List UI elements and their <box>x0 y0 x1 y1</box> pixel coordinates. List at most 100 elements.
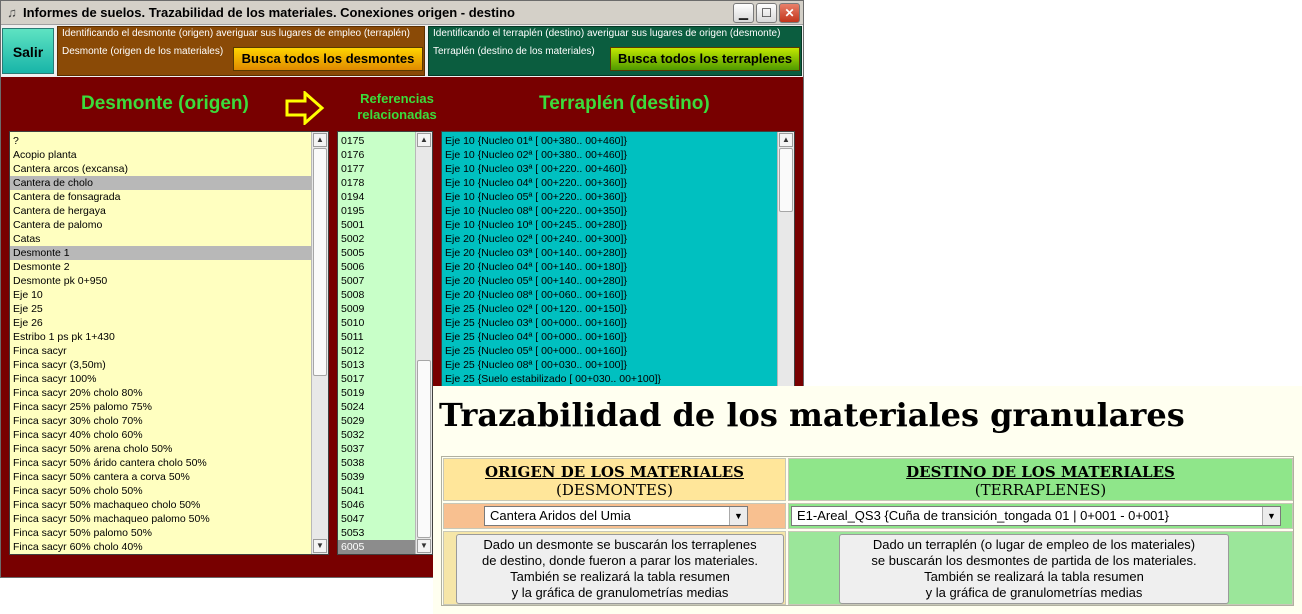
list-item[interactable]: 5024 <box>338 400 415 414</box>
scroll-down-icon[interactable]: ▼ <box>313 539 327 553</box>
chevron-down-icon[interactable]: ▼ <box>1262 507 1280 525</box>
list-item[interactable]: 5029 <box>338 414 415 428</box>
terraplenes-scrollbar[interactable]: ▲ <box>777 132 794 386</box>
list-item[interactable]: Eje 10 {Nucleo 04ª [ 00+220.. 00+360]} <box>442 176 777 190</box>
list-item[interactable]: Eje 10 {Nucleo 05ª [ 00+220.. 00+360]} <box>442 190 777 204</box>
list-item[interactable]: Eje 25 {Nucleo 05ª [ 00+000.. 00+160]} <box>442 344 777 358</box>
list-item[interactable]: 0195 <box>338 204 415 218</box>
list-item[interactable]: 5011 <box>338 330 415 344</box>
list-item[interactable]: 0177 <box>338 162 415 176</box>
list-item[interactable]: 0176 <box>338 148 415 162</box>
list-item[interactable]: 5002 <box>338 232 415 246</box>
list-item[interactable]: 5012 <box>338 344 415 358</box>
list-item[interactable]: Finca sacyr 60% cholo 40% <box>10 540 311 554</box>
list-item[interactable]: Eje 20 {Nucleo 02ª [ 00+240.. 00+300]} <box>442 232 777 246</box>
list-item[interactable]: 5047 <box>338 512 415 526</box>
scroll-up-icon[interactable]: ▲ <box>417 133 431 147</box>
list-item[interactable]: 5017 <box>338 372 415 386</box>
list-item[interactable]: 5001 <box>338 218 415 232</box>
scroll-up-icon[interactable]: ▲ <box>313 133 327 147</box>
chevron-down-icon[interactable]: ▼ <box>729 507 747 525</box>
desmontes-listbox[interactable]: ? Acopio planta Cantera arcos (excansa) Can… <box>9 131 329 555</box>
list-item[interactable]: 5010 <box>338 316 415 330</box>
list-item[interactable]: Finca sacyr 50% cantera a corva 50% <box>10 470 311 484</box>
list-item[interactable]: Eje 25 {Nucleo 04ª [ 00+000.. 00+160]} <box>442 330 777 344</box>
list-item[interactable]: 0194 <box>338 190 415 204</box>
list-item[interactable]: ? <box>10 134 311 148</box>
list-item[interactable]: Eje 10 {Nucleo 01ª [ 00+380.. 00+460]} <box>442 134 777 148</box>
list-item[interactable]: 6005 <box>338 540 415 554</box>
maximize-icon[interactable]: ☐ <box>756 3 777 23</box>
list-item[interactable]: 5038 <box>338 456 415 470</box>
list-item[interactable]: 5005 <box>338 246 415 260</box>
list-item[interactable]: Eje 10 {Nucleo 02ª [ 00+380.. 00+460]} <box>442 148 777 162</box>
list-item[interactable]: 5053 <box>338 526 415 540</box>
list-item[interactable]: 0178 <box>338 176 415 190</box>
destino-search-button[interactable]: Dado un terraplén (o lugar de empleo de … <box>839 534 1229 604</box>
list-item[interactable]: Eje 10 {Nucleo 08ª [ 00+220.. 00+350]} <box>442 204 777 218</box>
desmontes-scrollbar[interactable]: ▲ ▼ <box>311 132 328 554</box>
list-item[interactable]: Estribo 1 ps pk 1+430 <box>10 330 311 344</box>
terraplenes-listbox[interactable]: Eje 10 {Nucleo 01ª [ 00+380.. 00+460]} Ej… <box>441 131 795 387</box>
list-item[interactable]: Finca sacyr 50% árido cantera cholo 50% <box>10 456 311 470</box>
list-item[interactable]: Acopio planta <box>10 148 311 162</box>
list-item[interactable]: Eje 25 <box>10 302 311 316</box>
list-item[interactable]: Eje 20 {Nucleo 04ª [ 00+140.. 00+180]} <box>442 260 777 274</box>
list-item[interactable]: Catas <box>10 232 311 246</box>
list-item[interactable]: Eje 20 {Nucleo 08ª [ 00+060.. 00+160]} <box>442 288 777 302</box>
list-item[interactable]: Eje 20 {Nucleo 03ª [ 00+140.. 00+280]} <box>442 246 777 260</box>
list-item[interactable]: Eje 25 {Nucleo 03ª [ 00+000.. 00+160]} <box>442 316 777 330</box>
list-item[interactable]: Cantera de fonsagrada <box>10 190 311 204</box>
list-item[interactable]: Eje 20 {Nucleo 05ª [ 00+140.. 00+280]} <box>442 274 777 288</box>
title-bar[interactable]: ♫ Informes de suelos. Trazabilidad de lo… <box>1 1 803 25</box>
list-item[interactable]: Finca sacyr (3,50m) <box>10 358 311 372</box>
list-item[interactable]: Finca sacyr 25% palomo 75% <box>10 400 311 414</box>
list-item[interactable]: 5013 <box>338 358 415 372</box>
salir-button[interactable]: Salir <box>2 28 54 74</box>
list-item[interactable]: 5007 <box>338 274 415 288</box>
scroll-thumb[interactable] <box>779 148 793 212</box>
list-item[interactable]: 0175 <box>338 134 415 148</box>
list-item[interactable]: Eje 25 {Suelo estabilizado [ 00+030.. 00… <box>442 372 777 386</box>
list-item[interactable]: 5046 <box>338 498 415 512</box>
origen-select[interactable]: Cantera Aridos del Umia ▼ <box>484 506 748 526</box>
list-item[interactable]: 5009 <box>338 302 415 316</box>
scroll-thumb[interactable] <box>313 148 327 376</box>
list-item[interactable]: Finca sacyr 50% arena cholo 50% <box>10 442 311 456</box>
referencias-scrollbar[interactable]: ▲ ▼ <box>415 132 432 554</box>
list-item[interactable]: Cantera de hergaya <box>10 204 311 218</box>
list-item[interactable]: Eje 25 {Nucleo 02ª [ 00+120.. 00+150]} <box>442 302 777 316</box>
origen-search-button[interactable]: Dado un desmonte se buscarán los terrapl… <box>456 534 784 604</box>
list-item[interactable]: Eje 25 {Nucleo 08ª [ 00+030.. 00+100]} <box>442 358 777 372</box>
list-item[interactable]: Eje 10 <box>10 288 311 302</box>
list-item[interactable]: Finca sacyr 50% machaqueo cholo 50% <box>10 498 311 512</box>
list-item[interactable]: Desmonte 2 <box>10 260 311 274</box>
minimize-icon[interactable]: ▁ <box>733 3 754 23</box>
destino-select[interactable]: E1-Areal_QS3 {Cuña de transición_tongada… <box>791 506 1281 526</box>
scroll-up-icon[interactable]: ▲ <box>779 133 793 147</box>
list-item[interactable]: Eje 10 {Nucleo 03ª [ 00+220.. 00+460]} <box>442 162 777 176</box>
close-icon[interactable]: ✕ <box>779 3 800 23</box>
list-item[interactable]: 5019 <box>338 386 415 400</box>
scroll-down-icon[interactable]: ▼ <box>417 539 431 553</box>
list-item[interactable]: Cantera de palomo <box>10 218 311 232</box>
busca-desmontes-button[interactable]: Busca todos los desmontes <box>233 47 423 71</box>
list-item[interactable]: 5032 <box>338 428 415 442</box>
list-item[interactable]: 5039 <box>338 470 415 484</box>
list-item[interactable]: Finca sacyr 20% cholo 80% <box>10 386 311 400</box>
list-item[interactable]: 5041 <box>338 484 415 498</box>
referencias-listbox[interactable]: 0175 0176 0177 0178 0194 0195 5001 5002 5005 5006… <box>337 131 433 555</box>
list-item[interactable]: Finca sacyr 40% cholo 60% <box>10 428 311 442</box>
list-item[interactable]: Desmonte pk 0+950 <box>10 274 311 288</box>
list-item[interactable]: Desmonte 1 <box>10 246 311 260</box>
list-item[interactable]: Finca sacyr 50% machaqueo palomo 50% <box>10 512 311 526</box>
list-item[interactable]: Finca sacyr 100% <box>10 372 311 386</box>
scroll-thumb[interactable] <box>417 360 431 538</box>
list-item[interactable]: Eje 10 {Nucleo 10ª [ 00+245.. 00+280]} <box>442 218 777 232</box>
list-item[interactable]: Finca sacyr 50% cholo 50% <box>10 484 311 498</box>
busca-terraplenes-button[interactable]: Busca todos los terraplenes <box>610 47 800 71</box>
list-item[interactable]: Finca sacyr 30% cholo 70% <box>10 414 311 428</box>
list-item[interactable]: Eje 26 <box>10 316 311 330</box>
list-item[interactable]: 5008 <box>338 288 415 302</box>
list-item[interactable]: Finca sacyr 50% palomo 50% <box>10 526 311 540</box>
